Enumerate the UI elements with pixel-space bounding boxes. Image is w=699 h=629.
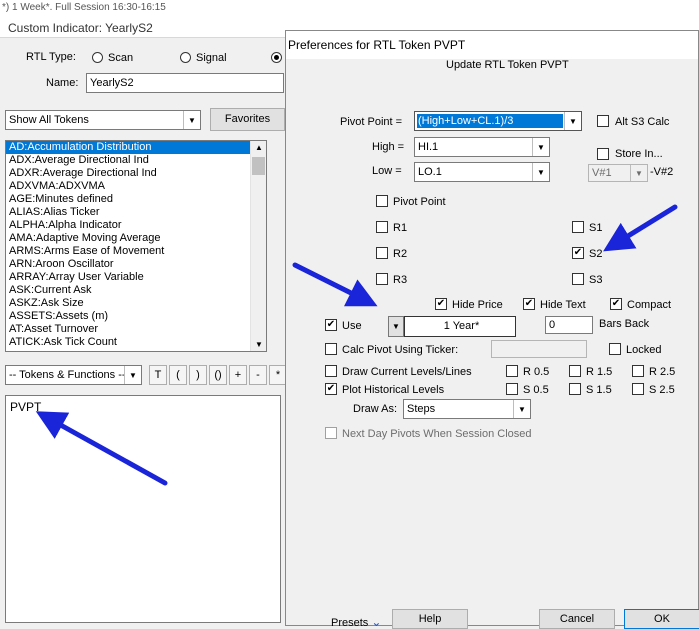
arrow-to-s2 bbox=[603, 204, 678, 252]
annotation-arrows bbox=[35, 204, 678, 486]
arrow-to-hide-price bbox=[292, 262, 378, 307]
arrow-to-formula bbox=[35, 411, 168, 486]
